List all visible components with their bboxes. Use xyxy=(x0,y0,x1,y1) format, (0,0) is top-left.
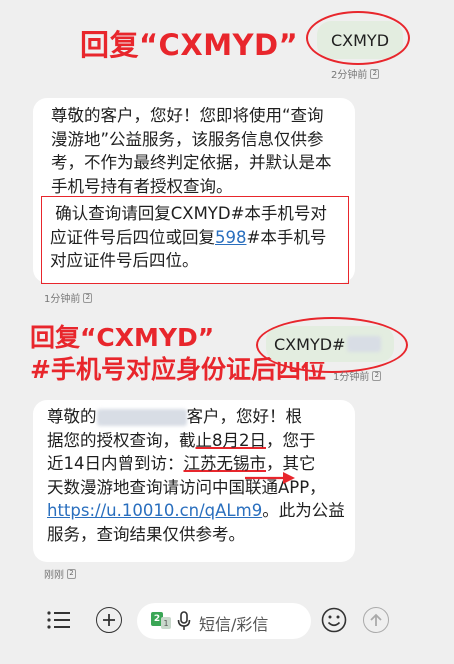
send-arrow-icon[interactable] xyxy=(363,607,389,633)
dual-sim-icon[interactable]: 2 1 xyxy=(151,612,175,630)
sim-card-icon: 2 xyxy=(370,68,380,79)
message-text: ，您于 xyxy=(266,430,316,450)
microphone-icon[interactable] xyxy=(177,611,191,631)
sim-card-icon: 2 xyxy=(67,568,76,579)
message-time: 1分钟前 xyxy=(333,372,370,383)
message-text: 近14日内曾到访： xyxy=(47,454,184,473)
up-arrow-icon xyxy=(370,613,382,626)
query-url-link[interactable]: https://u.10010.cn/qALm9 xyxy=(47,501,262,520)
message-text: #本手机号 xyxy=(246,227,327,247)
message-line: 尊敬的 客户，您好！根 xyxy=(47,405,347,429)
sim-card-icon: 2 xyxy=(372,370,382,381)
message-line: 服务，查询结果仅供参考。 xyxy=(47,524,245,544)
received-message-bubble[interactable]: 尊敬的 客户，您好！根 据您的授权查询，截止8月2日，您于 近14日内曾到访：江苏… xyxy=(33,400,355,562)
message-line: 手机号持有者授权查询。 xyxy=(51,176,233,196)
message-line: 漫游地”公益服务，该服务信息仅供参 xyxy=(51,129,324,149)
emoji-icon[interactable] xyxy=(321,607,347,633)
message-meta: 刚刚 2 xyxy=(44,566,76,581)
highlight-ellipse xyxy=(256,317,408,373)
message-meta: 2分钟前 2 xyxy=(331,66,380,81)
message-placeholder: 短信/彩信 xyxy=(199,615,269,634)
message-time: 1分钟前 xyxy=(44,294,81,305)
message-text: 据您的授权查询，截 xyxy=(47,430,196,450)
message-text: 客户，您好！根 xyxy=(186,407,303,426)
message-line: 尊敬的客户，您好！您即将使用“查询 xyxy=(51,106,324,125)
message-text: 应证件号后四位或回复 xyxy=(50,227,215,247)
message-text: 。此为公益 xyxy=(262,501,345,520)
reply-number-link[interactable]: 598 xyxy=(215,228,247,247)
menu-icon[interactable] xyxy=(47,610,71,630)
sim-card-icon: 2 xyxy=(83,292,93,303)
plus-icon xyxy=(103,614,115,626)
message-time: 刚刚 xyxy=(44,570,64,581)
message-line: 考，不作为最终判定依据，并默认是本 xyxy=(51,153,332,172)
plus-circle-icon[interactable] xyxy=(96,607,122,633)
message-input[interactable]: 2 1 短信/彩信 xyxy=(137,603,311,639)
message-time: 2分钟前 xyxy=(331,70,368,81)
highlighted-date: 止8月2日 xyxy=(195,430,267,450)
message-text: 尊敬的 xyxy=(47,407,97,426)
message-meta: 1分钟前 2 xyxy=(44,290,93,305)
annotation-reply-cxmyd: 回复“CXMYD” xyxy=(80,28,299,62)
message-line: 据您的授权查询，截止8月2日，您于 xyxy=(47,429,347,453)
message-line: 确认查询请回复CXMYD#本手机号对 xyxy=(50,204,327,223)
message-line: 对应证件号后四位。 xyxy=(50,251,199,270)
red-arrow-icon xyxy=(245,472,295,484)
message-line: 天数漫游地查询请访问中国联通APP， xyxy=(47,477,326,497)
redacted-number xyxy=(96,409,187,426)
sim-sub-label: 1 xyxy=(161,617,171,629)
message-line: 近14日内曾到访：江苏无锡市，其它 xyxy=(47,452,347,476)
message-line: https://u.10010.cn/qALm9。此为公益 xyxy=(47,499,347,523)
message-line: 应证件号后四位或回复598#本手机号 xyxy=(50,226,327,250)
message-meta: 1分钟前 2 xyxy=(333,368,382,383)
highlighted-instruction: 确认查询请回复CXMYD#本手机号对 应证件号后四位或回复598#本手机号 对应… xyxy=(50,202,327,273)
highlight-ellipse xyxy=(306,11,410,65)
